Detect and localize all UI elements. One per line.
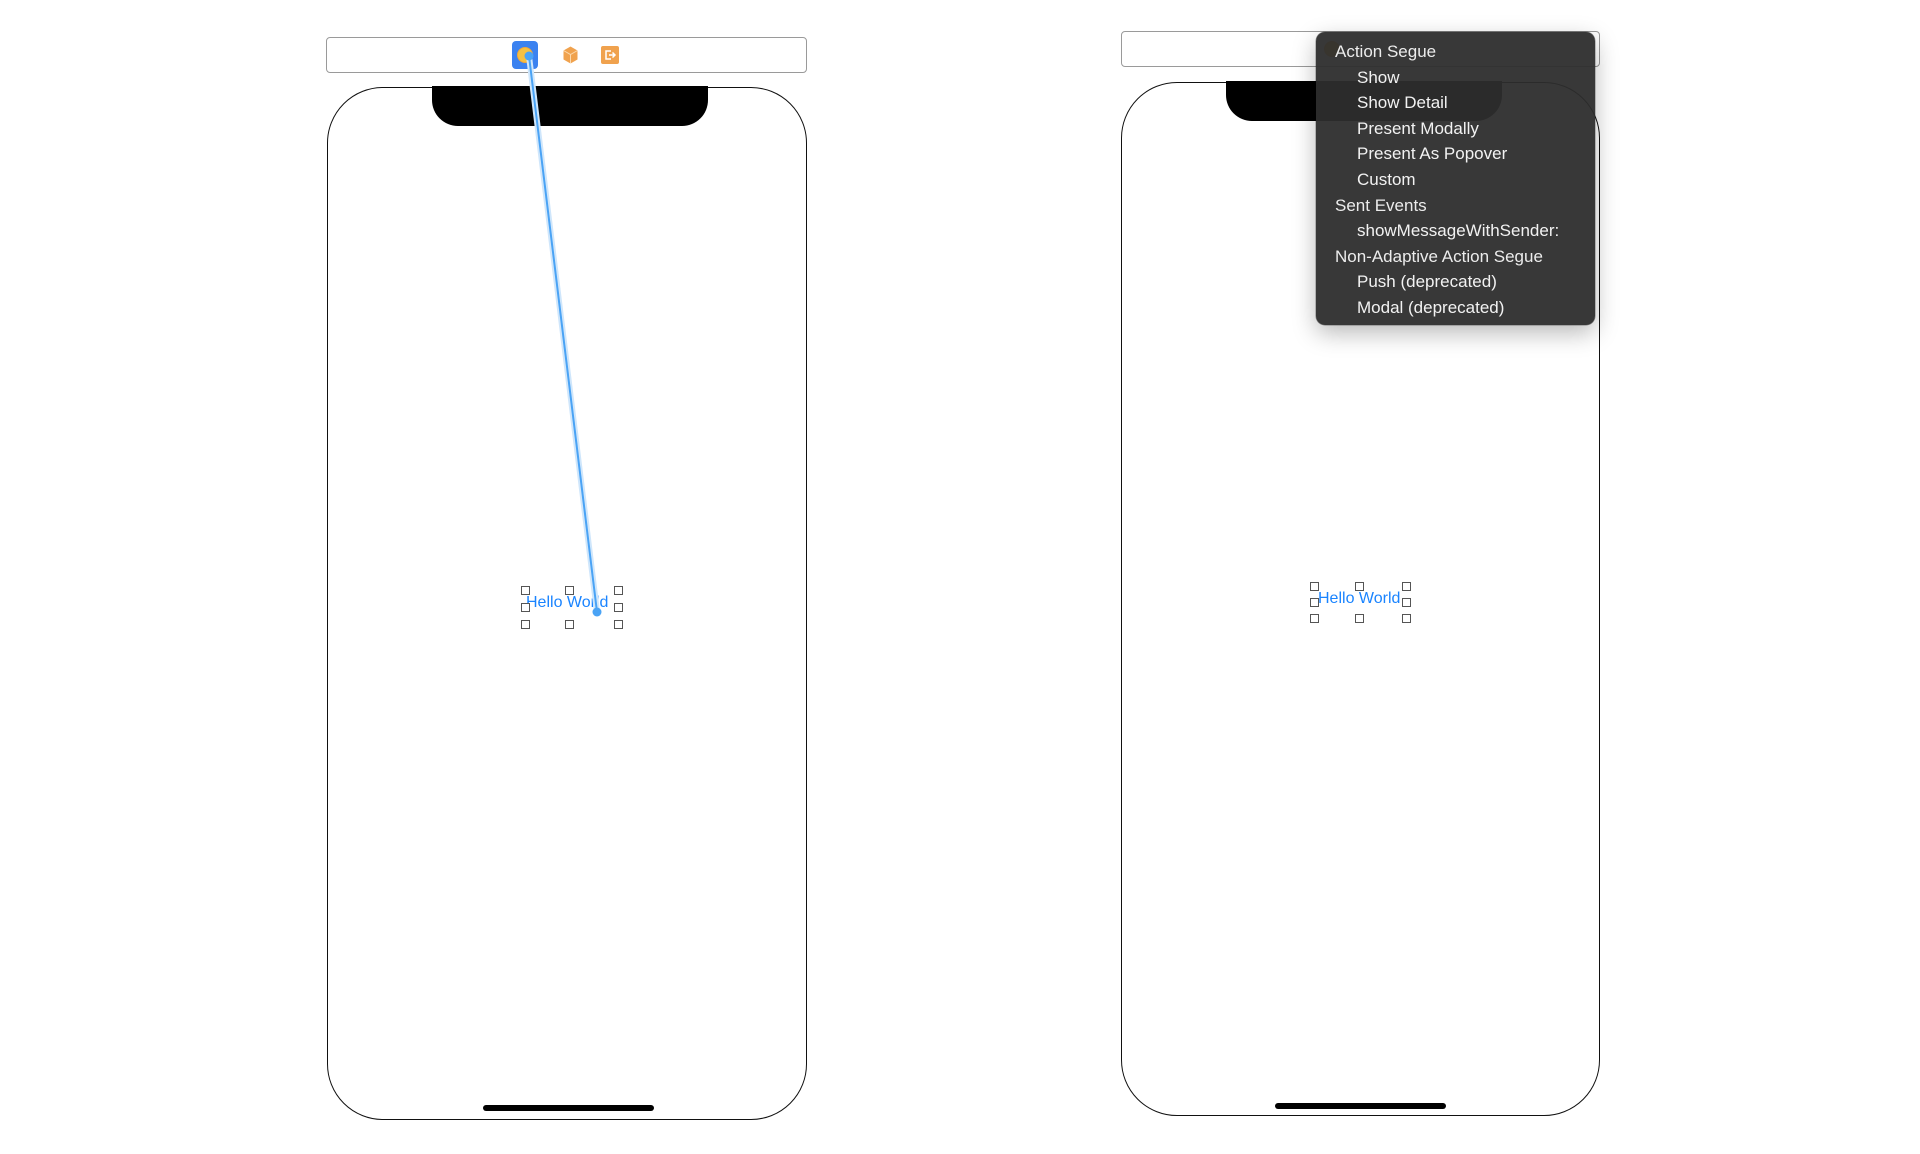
resize-handle[interactable] bbox=[521, 586, 530, 595]
resize-handle[interactable] bbox=[1402, 614, 1411, 623]
menu-item-show-detail[interactable]: Show Detail bbox=[1316, 90, 1595, 116]
connection-line-overlay bbox=[524, 51, 602, 617]
menu-item-show-message-with-sender[interactable]: showMessageWithSender: bbox=[1316, 218, 1595, 244]
menu-item-present-as-popover[interactable]: Present As Popover bbox=[1316, 141, 1595, 167]
menu-header-non-adaptive-action-segue: Non-Adaptive Action Segue bbox=[1335, 246, 1543, 266]
menu-item-custom[interactable]: Custom bbox=[1316, 167, 1595, 193]
resize-handle[interactable] bbox=[614, 603, 623, 612]
resize-handle[interactable] bbox=[521, 603, 530, 612]
resize-handle[interactable] bbox=[565, 586, 574, 595]
resize-handle[interactable] bbox=[1310, 582, 1319, 591]
menu-header-action-segue: Action Segue bbox=[1335, 42, 1437, 61]
segue-context-menu: Action Segue Show Show Detail Present Mo… bbox=[1316, 32, 1595, 325]
home-indicator bbox=[1275, 1103, 1446, 1109]
resize-handle[interactable] bbox=[565, 620, 574, 629]
resize-handle[interactable] bbox=[521, 620, 530, 629]
resize-handle[interactable] bbox=[1355, 582, 1364, 591]
menu-item-modal-deprecated[interactable]: Modal (deprecated) bbox=[1316, 295, 1595, 321]
menu-item-present-modally[interactable]: Present Modally bbox=[1316, 116, 1595, 142]
resize-handle[interactable] bbox=[614, 620, 623, 629]
menu-header-sent-events: Sent Events bbox=[1335, 195, 1427, 215]
menu-item-push-deprecated[interactable]: Push (deprecated) bbox=[1316, 269, 1595, 295]
home-indicator bbox=[483, 1105, 654, 1111]
exit-icon[interactable] bbox=[601, 46, 619, 64]
view-controller-circle bbox=[517, 47, 533, 63]
resize-handle[interactable] bbox=[614, 586, 623, 595]
resize-handle[interactable] bbox=[1310, 614, 1319, 623]
menu-item-show[interactable]: Show bbox=[1316, 65, 1595, 91]
view-controller-icon[interactable] bbox=[512, 41, 538, 69]
first-responder-icon[interactable] bbox=[563, 46, 578, 64]
resize-handle[interactable] bbox=[1310, 598, 1319, 607]
resize-handle[interactable] bbox=[1402, 582, 1411, 591]
label-text: Hello World bbox=[1318, 590, 1401, 607]
resize-handle[interactable] bbox=[1402, 598, 1411, 607]
notch bbox=[432, 86, 708, 126]
resize-handle[interactable] bbox=[1355, 614, 1364, 623]
label-text: Hello World bbox=[526, 594, 609, 611]
